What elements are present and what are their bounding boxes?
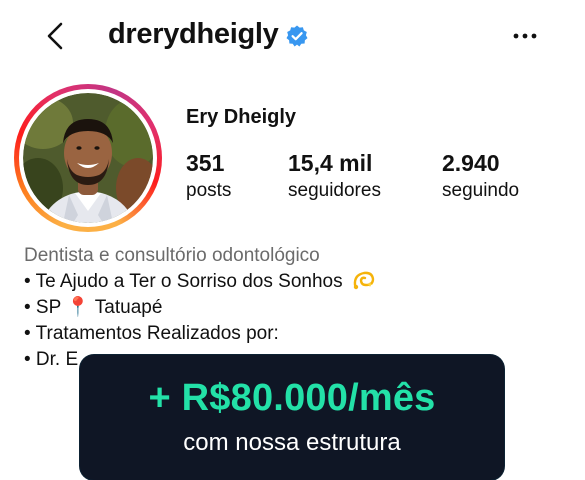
following-label: seguindo (442, 180, 520, 201)
username-group: drerydheigly (108, 18, 309, 51)
avatar (23, 93, 153, 223)
posts-stat[interactable]: 351 posts (186, 150, 231, 204)
following-stat[interactable]: 2.940 seguindo (442, 150, 519, 204)
promo-subtext: com nossa estrutura (183, 429, 401, 456)
promo-banner[interactable]: + R$80.000/mês com nossa estrutura (80, 355, 504, 480)
bio-line-location: • SP 📍 Tatuapé (24, 297, 163, 318)
followers-stat[interactable]: 15,4 mil seguidores (288, 150, 381, 204)
bio-line-treatments: • Tratamentos Realizados por: (24, 323, 279, 344)
followers-count: 15,4 mil (288, 150, 373, 176)
avatar-story-ring[interactable] (14, 84, 162, 232)
promo-headline: + R$80.000/mês (148, 377, 436, 419)
posts-label: posts (186, 180, 232, 201)
bio-line-smile-text: • Te Ajudo a Ter o Sorriso dos Sonhos (24, 271, 343, 292)
profile-display-name: Ery Dheigly (186, 106, 297, 128)
bio-line-smile: • Te Ajudo a Ter o Sorriso dos Sonhos (24, 269, 564, 295)
followers-label: seguidores (288, 180, 381, 201)
chevron-left-icon[interactable] (40, 20, 72, 52)
following-count: 2.940 (442, 150, 500, 176)
profile-bio: Dentista e consultório odontológico • Te… (24, 243, 564, 373)
avatar-frame (19, 89, 157, 227)
profile-category: Dentista e consultório odontológico (24, 245, 320, 266)
profile-header: drerydheigly (0, 0, 585, 72)
username: drerydheigly (108, 18, 279, 50)
posts-count: 351 (186, 150, 225, 176)
dizzy-icon (353, 271, 375, 290)
more-horizontal-icon[interactable] (511, 24, 539, 48)
verified-badge-icon (286, 25, 308, 46)
